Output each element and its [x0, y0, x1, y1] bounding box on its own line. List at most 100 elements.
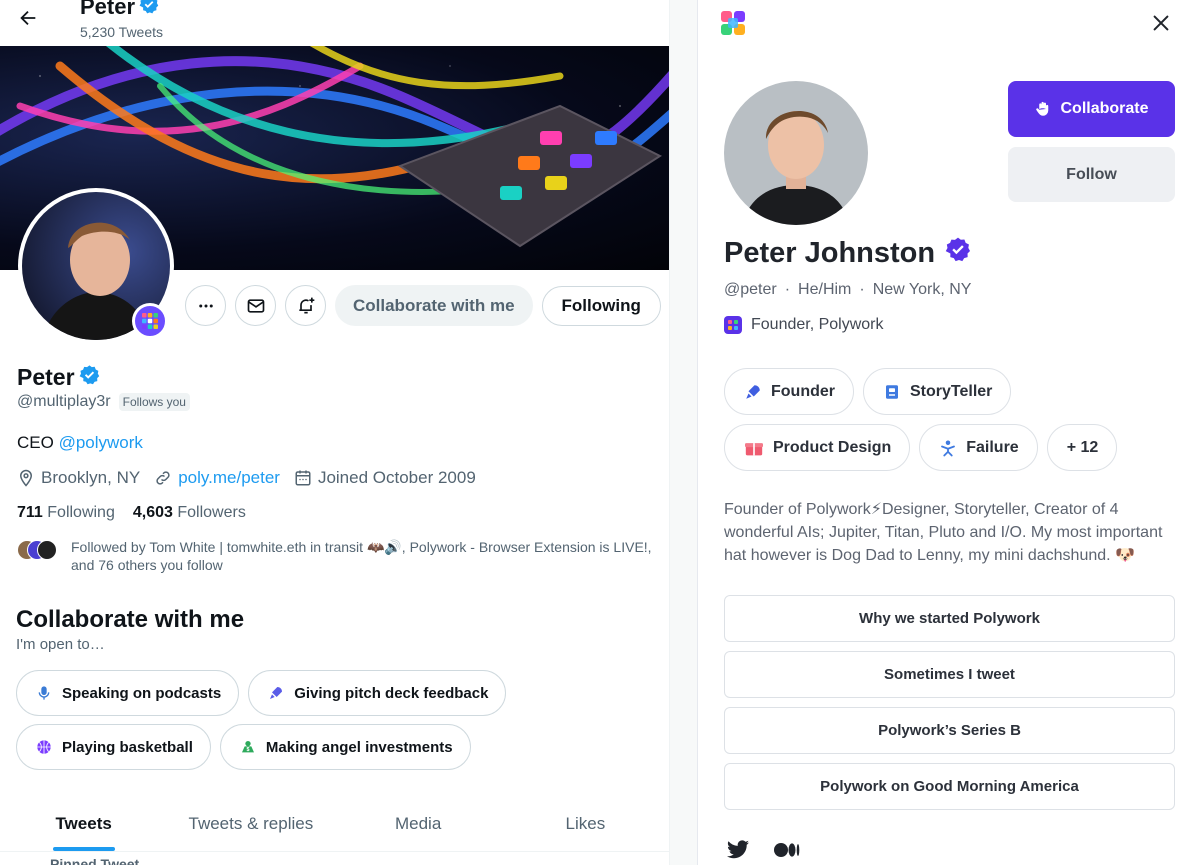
polywork-subinfo: @peter · He/Him · New York, NY [724, 281, 971, 299]
collab-chip-angel-investments[interactable]: $ Making angel investments [219, 724, 471, 770]
tweet-count: 5,230 Tweets [80, 24, 164, 40]
collaborate-with-me-button[interactable]: Collaborate with me [335, 285, 533, 326]
polywork-name: Peter Johnston [724, 236, 971, 270]
medium-icon[interactable] [774, 842, 800, 863]
mail-icon [247, 298, 264, 313]
rocket-icon [270, 687, 283, 699]
pane-divider [669, 0, 698, 865]
message-button[interactable] [235, 285, 276, 326]
svg-text:$: $ [246, 747, 249, 753]
basketball-icon [37, 740, 51, 754]
bell-plus-icon [298, 297, 314, 313]
bio-mention-link[interactable]: @polywork [59, 433, 143, 452]
profile-header-bar: Peter 5,230 Tweets [0, 0, 669, 46]
profile-name: Peter [17, 364, 100, 391]
following-label: Following [47, 504, 115, 521]
polywork-role-text: Founder, Polywork [751, 316, 884, 333]
polywork-location: New York, NY [872, 281, 972, 298]
followers-label: Followers [177, 504, 246, 521]
followed-by[interactable]: Followed by Tom White | tomwhite.eth in … [17, 538, 657, 574]
polywork-avatar [724, 81, 868, 225]
badge-more[interactable]: + 12 [1046, 424, 1118, 471]
back-arrow-icon[interactable] [14, 4, 42, 32]
more-options-button[interactable] [185, 285, 226, 326]
tab-media[interactable]: Media [335, 796, 502, 851]
social-links [726, 840, 800, 865]
waving-hand-icon [1036, 101, 1049, 116]
gift-icon [745, 442, 763, 455]
dot-separator: · [859, 281, 865, 298]
profile-name-text: Peter [17, 364, 75, 390]
verified-icon [139, 0, 159, 20]
chip-label: Giving pitch deck feedback [294, 684, 489, 702]
badge-label: Product Design [773, 438, 892, 456]
followers-stat[interactable]: 4,603 Followers [133, 504, 246, 522]
polywork-panel: Collaborate Follow Peter Johnston @peter… [698, 0, 1200, 865]
tab-tweets[interactable]: Tweets [0, 796, 167, 851]
link-card-why-we-started[interactable]: Why we started Polywork [724, 595, 1175, 642]
badge-storyteller[interactable]: StoryTeller [863, 368, 1012, 415]
badge-label: Failure [966, 438, 1019, 456]
badge-row: Founder StoryTeller [724, 368, 1012, 415]
location-text: Brooklyn, NY [41, 468, 141, 487]
profile-bio: CEO @polywork [17, 433, 143, 453]
badge-label: StoryTeller [910, 382, 993, 400]
badge-product-design[interactable]: Product Design [724, 424, 911, 471]
polywork-bio: Founder of Polywork⚡Designer, Storytelle… [724, 501, 1163, 564]
collaborate-label: Collaborate [1060, 100, 1149, 117]
profile-actions: Collaborate with me Following [185, 285, 661, 326]
link-card-good-morning-america[interactable]: Polywork on Good Morning America [724, 763, 1175, 810]
money-icon: $ [241, 741, 254, 753]
fall-icon [941, 440, 956, 456]
collab-chip-row: Playing basketball $ Making angel invest… [16, 724, 471, 770]
calendar-icon [295, 470, 311, 486]
notify-button[interactable] [285, 285, 326, 326]
follows-you-badge: Follows you [118, 393, 190, 411]
polywork-role: Founder, Polywork [724, 316, 884, 334]
polywork-name-text: Peter Johnston [724, 236, 936, 269]
badge-row: Product Design Failure + 12 [724, 424, 1118, 471]
badge-founder[interactable]: Founder [724, 368, 854, 415]
tab-likes[interactable]: Likes [502, 796, 669, 851]
verified-icon [945, 236, 971, 270]
followed-by-text: Followed by Tom White | tomwhite.eth in … [71, 539, 652, 573]
tab-tweets-replies[interactable]: Tweets & replies [167, 796, 334, 851]
polywork-pronouns: He/Him [798, 281, 852, 298]
following-count: 711 [17, 504, 43, 521]
following-stat[interactable]: 711 Following [17, 504, 115, 522]
link-card-series-b[interactable]: Polywork’s Series B [724, 707, 1175, 754]
polywork-collaborate-button[interactable]: Collaborate [1008, 81, 1175, 137]
collab-chip-basketball[interactable]: Playing basketball [16, 724, 211, 770]
link-card-sometimes-i-tweet[interactable]: Sometimes I tweet [724, 651, 1175, 698]
polywork-company-icon [724, 316, 742, 334]
website-item: poly.me/peter [154, 468, 280, 488]
pinned-tweet-label: Pinned Tweet [50, 856, 140, 865]
verified-icon [79, 364, 100, 391]
close-icon[interactable] [1150, 12, 1172, 34]
header-name: Peter [80, 0, 159, 20]
collab-chip-pitch-deck[interactable]: Giving pitch deck feedback [248, 670, 507, 716]
twitter-profile-pane: Peter 5,230 Tweets Collaborate with me F… [0, 0, 669, 865]
header-name-text: Peter [80, 0, 136, 19]
rocket-icon [746, 384, 760, 399]
twitter-icon[interactable] [726, 840, 750, 865]
followers-count: 4,603 [132, 504, 173, 521]
microphone-icon [38, 686, 50, 700]
following-button[interactable]: Following [541, 285, 661, 326]
joined-text: Joined October 2009 [317, 468, 476, 487]
website-link[interactable]: poly.me/peter [178, 468, 280, 488]
badge-failure[interactable]: Failure [919, 424, 1038, 471]
polywork-follow-button[interactable]: Follow [1008, 147, 1175, 202]
chip-label: Speaking on podcasts [62, 684, 222, 702]
chip-label: Playing basketball [62, 738, 193, 756]
follow-stats: 711 Following 4,603 Followers [17, 504, 246, 522]
collab-chip-podcasts[interactable]: Speaking on podcasts [16, 670, 240, 716]
polywork-badge-icon [132, 303, 168, 339]
collaborate-section-subtitle: I'm open to… [16, 636, 105, 653]
location-pin-icon [19, 469, 33, 487]
profile-handle: @multiplay3r [17, 393, 111, 410]
profile-meta: Brooklyn, NY poly.me/peter Joined Octobe… [17, 468, 476, 488]
collaborate-section-title: Collaborate with me [16, 606, 245, 633]
polywork-logo-icon[interactable] [720, 10, 746, 36]
polywork-handle: @peter [724, 281, 777, 298]
